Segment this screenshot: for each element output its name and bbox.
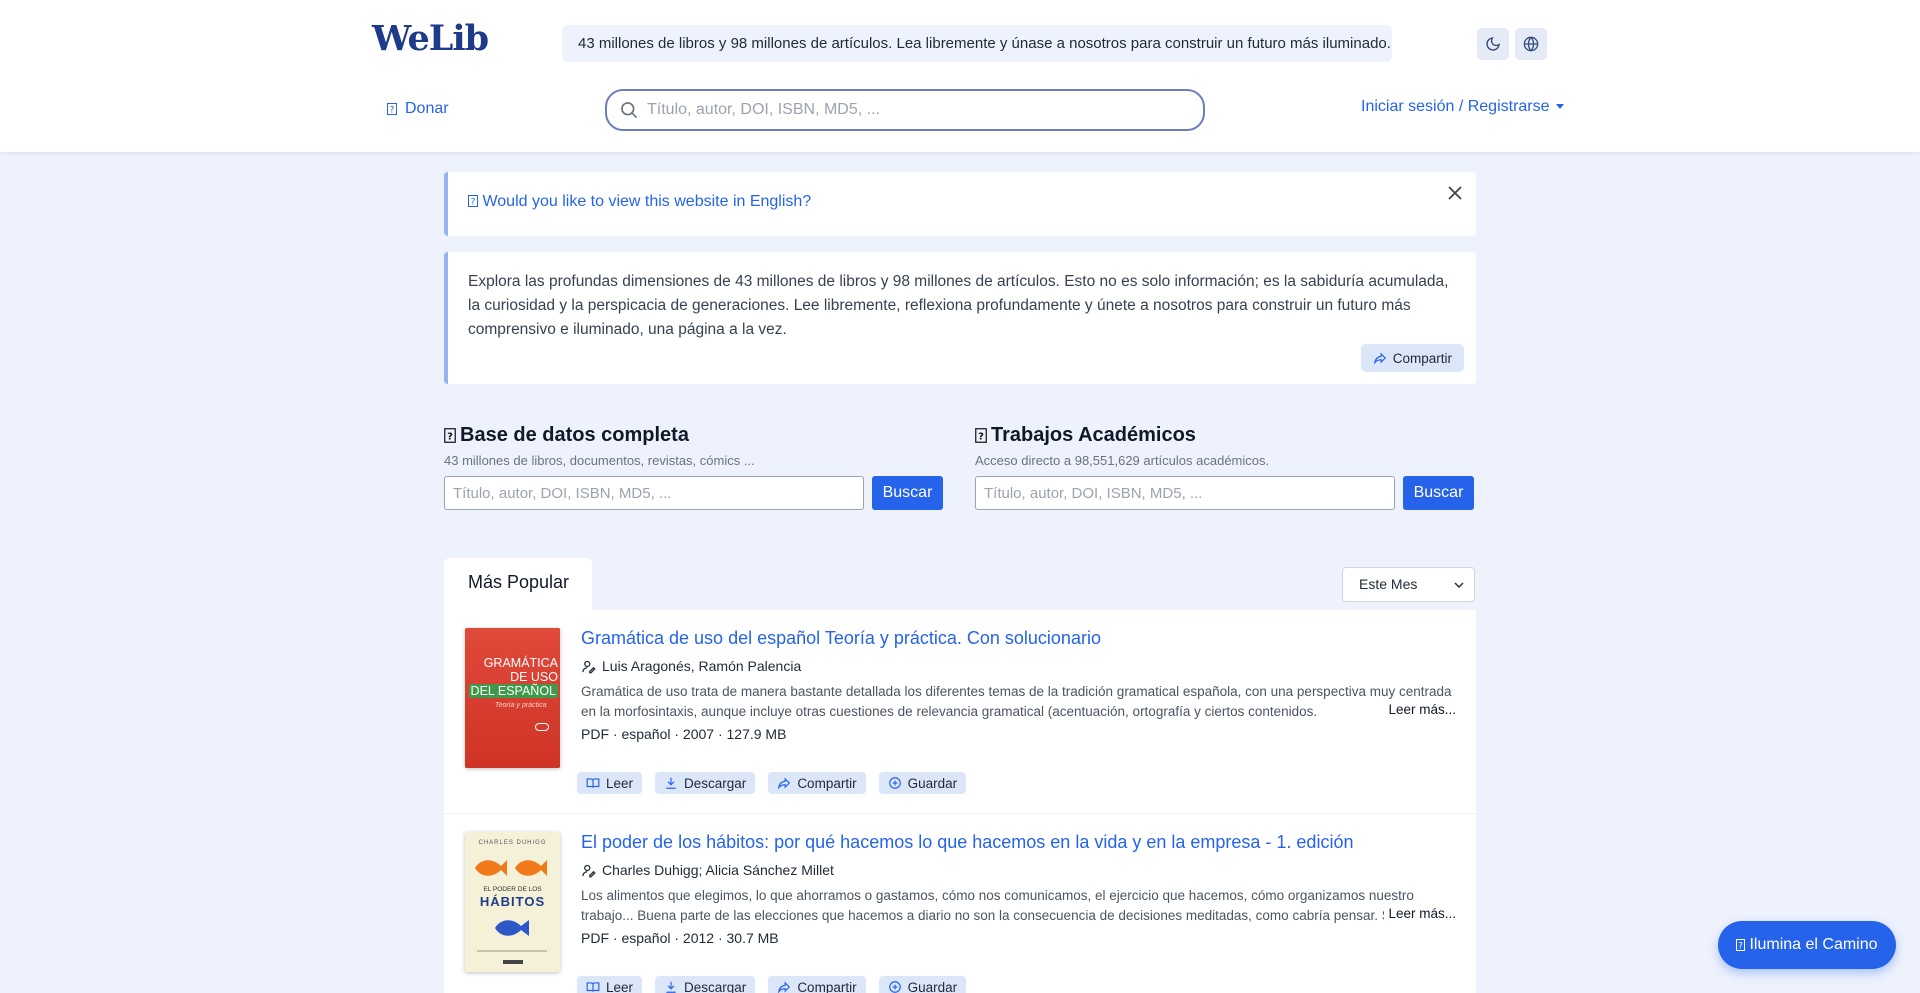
cover-subtitle: Teoría y práctica <box>495 702 547 709</box>
download-icon <box>664 776 678 790</box>
save-button[interactable]: Guardar <box>878 976 967 993</box>
download-button[interactable]: Descargar <box>655 772 756 794</box>
popular-books-list: GRAMÁTICA DE USO DEL ESPAÑOL Teoría y pr… <box>444 610 1476 993</box>
plus-circle-icon <box>888 776 902 790</box>
share-button[interactable]: Compartir <box>768 976 866 993</box>
download-icon <box>664 980 678 993</box>
database-icon: ? <box>444 428 456 443</box>
read-more-link[interactable]: Leer más... <box>1384 906 1456 921</box>
academic-search-input[interactable] <box>975 476 1395 510</box>
cover-title-line: HÁBITOS <box>479 894 546 909</box>
user-edit-icon <box>581 659 596 674</box>
full-database-title: ? Base de datos completa <box>444 424 944 447</box>
book-description: Gramática de uso trata de manera bastant… <box>581 684 1452 719</box>
cover-author: CHARLES DUHIGG <box>478 840 547 846</box>
book-authors: Charles Duhigg; Alicia Sánchez Millet <box>581 862 834 878</box>
academic-search: ? Trabajos Académicos Acceso directo a 9… <box>975 424 1475 510</box>
language-prompt-card: ? Would you like to view this website in… <box>444 172 1476 236</box>
book-cover[interactable]: GRAMÁTICA DE USO DEL ESPAÑOL Teoría y pr… <box>465 628 560 768</box>
book-title-link[interactable]: Gramática de uso del español Teoría y pr… <box>581 628 1101 649</box>
svg-text:?: ? <box>978 432 984 443</box>
list-item: GRAMÁTICA DE USO DEL ESPAÑOL Teoría y pr… <box>444 610 1476 814</box>
download-button[interactable]: Descargar <box>655 976 756 993</box>
book-open-icon <box>586 980 600 993</box>
header-banner: 43 millones de libros y 98 millones de a… <box>562 25 1392 62</box>
donate-link[interactable]: ? Donar <box>387 100 449 118</box>
login-register-link[interactable]: Iniciar sesión / Registrarse <box>1361 98 1564 116</box>
cover-title-line: DE USO <box>510 670 558 684</box>
light-the-way-label: Ilumina el Camino <box>1749 936 1878 953</box>
language-prompt-link[interactable]: ? Would you like to view this website in… <box>468 193 811 211</box>
donate-label: Donar <box>405 100 449 117</box>
book-cover[interactable]: CHARLES DUHIGG EL PODER DE LOS HÁBITOS <box>465 832 560 972</box>
moon-icon <box>1485 36 1501 52</box>
read-button[interactable]: Leer <box>577 976 643 993</box>
share-button[interactable]: Compartir <box>768 772 866 794</box>
light-the-way-button[interactable]: ? Ilumina el Camino <box>1718 921 1896 969</box>
academic-subtitle: Acceso directo a 98,551,629 artículos ac… <box>975 453 1270 468</box>
plus-circle-icon <box>888 980 902 993</box>
chevron-down-icon <box>1454 568 1464 601</box>
theme-toggle-button[interactable] <box>1477 28 1509 60</box>
save-button[interactable]: Guardar <box>878 772 967 794</box>
graduation-cap-icon: ? <box>975 428 987 443</box>
period-select[interactable]: Este Mes <box>1342 567 1475 602</box>
login-label: Iniciar sesión / Registrarse <box>1361 98 1550 115</box>
cover-title-line: EL PODER DE LOS <box>483 886 542 893</box>
share-icon <box>1373 351 1387 365</box>
close-icon <box>1448 186 1462 200</box>
list-item: CHARLES DUHIGG EL PODER DE LOS HÁBITOS E… <box>444 814 1476 993</box>
search-icon <box>619 100 639 120</box>
book-actions: Leer Descargar Compartir Guardar <box>577 976 967 993</box>
academic-title: ? Trabajos Académicos <box>975 424 1475 447</box>
book-open-icon <box>586 776 600 790</box>
heart-icon: ? <box>387 103 397 115</box>
full-database-subtitle: 43 millones de libros, documentos, revis… <box>444 453 755 468</box>
main-search-input[interactable] <box>647 101 1167 119</box>
site-logo[interactable]: WeLib <box>372 18 489 59</box>
book-description: Los alimentos que elegimos, lo que ahorr… <box>581 888 1457 923</box>
language-prompt-text: Would you like to view this website in E… <box>482 193 812 210</box>
flag-icon: ? <box>468 195 478 207</box>
lightbulb-icon: ? <box>1736 939 1746 952</box>
cover-title-line: GRAMÁTICA <box>483 656 558 670</box>
svg-text:?: ? <box>390 106 395 116</box>
book-meta: PDF · español · 2012 · 30.7 MB <box>581 930 779 946</box>
tab-most-popular[interactable]: Más Popular <box>444 558 592 610</box>
book-meta: PDF · español · 2007 · 127.9 MB <box>581 726 787 742</box>
site-header: WeLib 43 millones de libros y 98 millone… <box>0 0 1920 152</box>
intro-share-button[interactable]: Compartir <box>1360 344 1464 372</box>
caret-down-icon <box>1555 104 1564 110</box>
full-database-search: ? Base de datos completa 43 millones de … <box>444 424 944 510</box>
svg-text:?: ? <box>447 432 453 443</box>
period-select-value: Este Mes <box>1359 576 1418 592</box>
share-icon <box>777 776 791 790</box>
book-authors-text: Luis Aragonés, Ramón Palencia <box>602 658 802 674</box>
read-button[interactable]: Leer <box>577 772 643 794</box>
read-more-link[interactable]: Leer más... <box>1384 702 1456 717</box>
svg-text:?: ? <box>1739 942 1744 952</box>
user-edit-icon <box>581 863 596 878</box>
main-search-bar[interactable] <box>605 89 1205 131</box>
academic-search-button[interactable]: Buscar <box>1403 476 1474 510</box>
cover-title-line: DEL ESPAÑOL <box>468 684 558 698</box>
close-language-prompt-button[interactable] <box>1444 182 1466 204</box>
share-icon <box>777 980 791 993</box>
intro-card: Explora las profundas dimensiones de 43 … <box>444 252 1476 384</box>
book-authors-text: Charles Duhigg; Alicia Sánchez Millet <box>602 862 834 878</box>
intro-text: Explora las profundas dimensiones de 43 … <box>468 273 1449 338</box>
full-database-search-button[interactable]: Buscar <box>872 476 943 510</box>
svg-text:?: ? <box>471 198 476 208</box>
full-database-search-input[interactable] <box>444 476 864 510</box>
book-actions: Leer Descargar Compartir Guardar <box>577 772 967 794</box>
book-title-link[interactable]: El poder de los hábitos: por qué hacemos… <box>581 832 1353 853</box>
intro-share-label: Compartir <box>1392 350 1452 366</box>
globe-icon <box>1523 36 1539 52</box>
book-authors: Luis Aragonés, Ramón Palencia <box>581 658 801 674</box>
language-button[interactable] <box>1515 28 1547 60</box>
